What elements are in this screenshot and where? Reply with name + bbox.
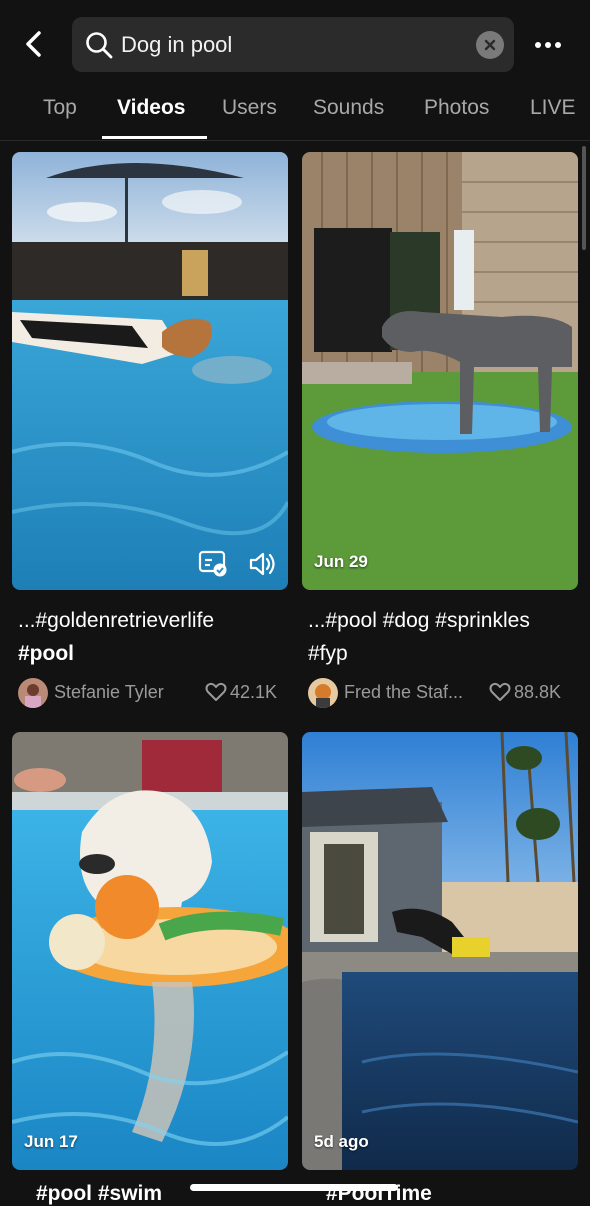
- heart-icon[interactable]: [489, 682, 511, 702]
- author-name[interactable]: Stefanie Tyler: [54, 682, 164, 703]
- caption-line: ...#goldenretrieverlife: [18, 609, 215, 632]
- more-dots-icon[interactable]: [532, 32, 564, 56]
- search-bar[interactable]: Dog in pool: [72, 17, 514, 72]
- video-meta: Fred the Staf... 88.8K: [308, 678, 578, 708]
- caption-icon[interactable]: [198, 550, 228, 578]
- header: Dog in pool: [0, 0, 590, 88]
- like-count: 42.1K: [230, 682, 278, 702]
- video-thumbnail[interactable]: Jun 29: [302, 152, 578, 590]
- tab-videos[interactable]: Videos: [117, 96, 185, 120]
- tab-bar: Top Videos Users Sounds Photos LIVE: [0, 88, 590, 141]
- search-input[interactable]: Dog in pool: [121, 30, 232, 60]
- tab-users[interactable]: Users: [222, 96, 277, 120]
- video-thumbnail[interactable]: [12, 152, 288, 590]
- video-caption[interactable]: ...#pool #dog #sprinkles #fyp: [308, 604, 578, 670]
- like-count: 88.8K: [514, 682, 562, 702]
- avatar[interactable]: [308, 678, 338, 708]
- tab-sounds[interactable]: Sounds: [313, 96, 384, 120]
- caption-hashtag: #pool: [18, 642, 74, 665]
- video-date: 5d ago: [314, 1132, 369, 1151]
- video-thumbnail[interactable]: 5d ago: [302, 732, 578, 1170]
- active-tab-indicator: [102, 136, 207, 139]
- video-caption[interactable]: ...#goldenretrieverlife #pool: [18, 604, 288, 670]
- video-meta: Stefanie Tyler 42.1K: [18, 678, 288, 708]
- volume-icon[interactable]: [248, 550, 278, 578]
- tab-photos[interactable]: Photos: [424, 96, 489, 120]
- search-icon: [86, 32, 113, 59]
- scrollbar[interactable]: [582, 146, 586, 250]
- avatar[interactable]: [18, 678, 48, 708]
- caption-hashtag: #fyp: [308, 642, 348, 665]
- video-thumbnail[interactable]: Jun 17: [12, 732, 288, 1170]
- video-caption[interactable]: #pool #swim: [36, 1182, 162, 1206]
- heart-icon[interactable]: [205, 682, 227, 702]
- tab-top[interactable]: Top: [43, 96, 77, 120]
- home-indicator: [190, 1184, 398, 1191]
- video-date: Jun 29: [314, 552, 368, 571]
- author-name[interactable]: Fred the Staf...: [344, 682, 463, 703]
- video-date: Jun 17: [24, 1132, 78, 1151]
- caption-line: ...#pool #dog #sprinkles: [308, 609, 530, 632]
- tab-live[interactable]: LIVE: [530, 96, 576, 120]
- clear-icon[interactable]: [476, 31, 504, 59]
- back-arrow-icon[interactable]: [18, 28, 50, 60]
